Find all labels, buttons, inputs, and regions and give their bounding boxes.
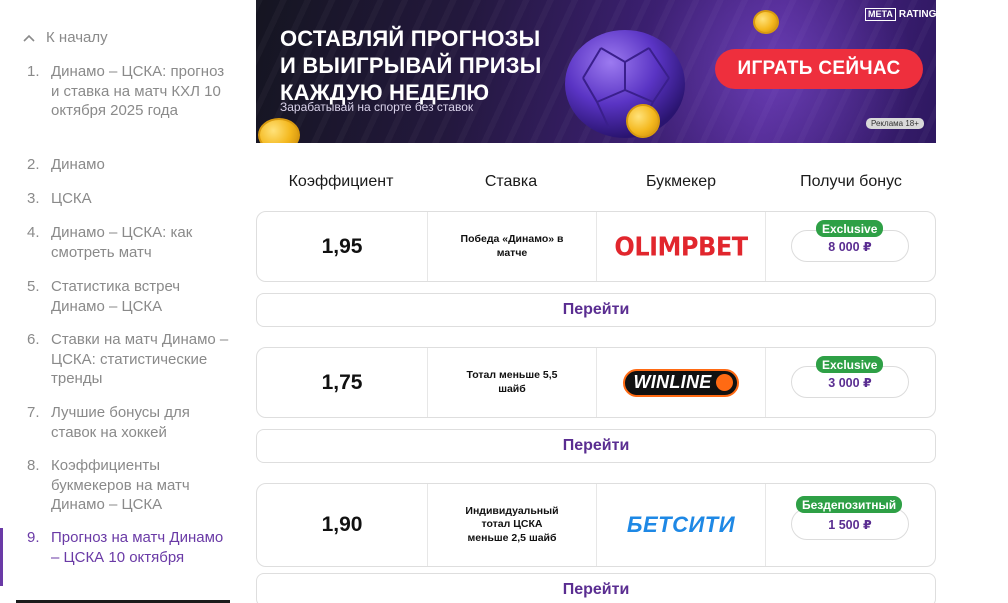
bookmaker-cell[interactable]: БЕТСИТИ bbox=[597, 484, 765, 566]
toc-item-number: 5. bbox=[27, 278, 40, 295]
toc-item-4[interactable]: 4. Динамо – ЦСКА: как смотреть матч bbox=[0, 223, 240, 277]
bet-line: тотал ЦСКА bbox=[481, 518, 543, 531]
toc-item-label: ЦСКА bbox=[51, 190, 92, 207]
go-to-bookmaker-button[interactable]: Перейти bbox=[256, 429, 936, 463]
odds-value: 1,75 bbox=[321, 370, 363, 394]
chevron-up-icon bbox=[23, 34, 35, 42]
toc-item-number: 4. bbox=[27, 224, 40, 241]
toc-item-label: Статистика встреч Динамо – ЦСКА bbox=[51, 278, 181, 315]
toc-item-2[interactable]: 2. Динамо bbox=[0, 155, 240, 189]
coin-icon bbox=[626, 104, 660, 138]
soccer-ball-icon bbox=[565, 30, 685, 138]
column-header-odds: Коэффициент bbox=[288, 173, 394, 190]
winline-logo-text: WINLINE bbox=[633, 372, 712, 392]
odds-value: 1,95 bbox=[321, 234, 363, 258]
bet-line: меньше 2,5 шайб bbox=[467, 531, 557, 544]
betcity-logo[interactable]: БЕТСИТИ bbox=[627, 512, 735, 538]
logo-box-text: META bbox=[865, 8, 896, 21]
toc-item-number: 1. bbox=[27, 63, 40, 80]
table-of-contents: К началу 1. Динамо – ЦСКА: прогноз и ста… bbox=[0, 0, 240, 603]
toc-item-number: 3. bbox=[27, 190, 40, 207]
column-header-bonus: Получи бонус bbox=[800, 173, 902, 190]
winline-dot-icon bbox=[715, 374, 733, 391]
toc-item-number: 8. bbox=[27, 457, 40, 474]
toc-list: 1. Динамо – ЦСКА: прогноз и ставка на ма… bbox=[0, 62, 240, 586]
toc-item-3[interactable]: 3. ЦСКА bbox=[0, 189, 240, 223]
toc-item-number: 6. bbox=[27, 331, 40, 348]
bookmaker-cell[interactable]: OLIMPBET bbox=[597, 212, 765, 281]
bet-cell: Тотал меньше 5,5 шайб bbox=[428, 348, 596, 417]
bookmaker-cell[interactable]: WINLINE bbox=[597, 348, 765, 417]
promo-banner[interactable]: ОСТАВЛЯЙ ПРОГНОЗЫ И ВЫИГРЫВАЙ ПРИЗЫ КАЖД… bbox=[256, 0, 936, 143]
toc-item-1[interactable]: 1. Динамо – ЦСКА: прогноз и ставка на ма… bbox=[0, 62, 240, 155]
cell-divider bbox=[765, 348, 766, 417]
olimpbet-logo[interactable]: OLIMPBET bbox=[614, 231, 748, 261]
logo-text: RATINGS bbox=[898, 9, 936, 20]
toc-item-label: Динамо – ЦСКА: как смотреть матч bbox=[51, 224, 193, 261]
toc-item-6[interactable]: 6. Ставки на матч Динамо – ЦСКА: статист… bbox=[0, 330, 240, 403]
bet-line: шайб bbox=[498, 382, 526, 395]
toc-item-5[interactable]: 5. Статистика встреч Динамо – ЦСКА bbox=[0, 277, 240, 330]
odds-cell: 1,90 bbox=[257, 484, 427, 566]
bet-description: Индивидуальный тотал ЦСКА меньше 2,5 шай… bbox=[465, 505, 558, 546]
toc-item-label: Динамо – ЦСКА: прогноз и ставка на матч … bbox=[51, 63, 225, 119]
toc-item-number: 2. bbox=[27, 156, 40, 173]
bet-line: Тотал меньше 5,5 bbox=[466, 369, 558, 381]
go-to-bookmaker-button[interactable]: Перейти bbox=[256, 573, 936, 603]
column-header-bookmaker: Букмекер bbox=[645, 173, 717, 190]
odds-value: 1,90 bbox=[321, 513, 363, 536]
toc-item-8[interactable]: 8. Коэффициенты букмекеров на матч Динам… bbox=[0, 456, 240, 528]
bet-cell: Победа «Динамо» в матче bbox=[428, 212, 596, 281]
ad-label: Реклама 18+ bbox=[866, 118, 924, 129]
banner-title: ОСТАВЛЯЙ ПРОГНОЗЫ И ВЫИГРЫВАЙ ПРИЗЫ КАЖД… bbox=[280, 25, 560, 106]
metaratings-logo: META RATINGS bbox=[865, 8, 936, 21]
bet-cell: Индивидуальный тотал ЦСКА меньше 2,5 шай… bbox=[428, 484, 596, 566]
toc-item-number: 7. bbox=[27, 404, 40, 421]
toc-item-label: Прогноз на матч Динамо – ЦСКА 10 октября bbox=[51, 529, 224, 566]
play-now-button[interactable]: ИГРАТЬ СЕЙЧАС bbox=[715, 49, 923, 89]
toc-item-label: Лучшие бонусы для ставок на хоккей bbox=[51, 404, 190, 441]
cell-divider bbox=[765, 212, 766, 281]
odds-cell: 1,95 bbox=[257, 212, 427, 281]
bet-line: матче bbox=[496, 246, 528, 259]
go-to-bookmaker-button[interactable]: Перейти bbox=[256, 293, 936, 327]
bonus-badge: Exclusive bbox=[816, 220, 884, 237]
toc-item-number: 9. bbox=[27, 529, 40, 546]
back-to-top-label: К началу bbox=[46, 29, 108, 46]
winline-logo[interactable]: WINLINE bbox=[623, 368, 739, 397]
banner-title-line: ОСТАВЛЯЙ ПРОГНОЗЫ bbox=[280, 26, 541, 51]
odds-cell: 1,75 bbox=[257, 348, 427, 417]
bet-line: Индивидуальный bbox=[465, 504, 559, 517]
banner-subtitle: Зарабатывай на спорте без ставок bbox=[280, 100, 474, 114]
toc-item-9[interactable]: 9. Прогноз на матч Динамо – ЦСКА 10 октя… bbox=[0, 528, 240, 586]
banner-title-line: И ВЫИГРЫВАЙ ПРИЗЫ bbox=[280, 53, 542, 78]
bet-row: 1,75 Тотал меньше 5,5 шайб WINLINE 3 000… bbox=[256, 347, 936, 418]
toc-item-7[interactable]: 7. Лучшие бонусы для ставок на хоккей bbox=[0, 403, 240, 456]
bonus-badge: Бездепозитный bbox=[796, 496, 903, 513]
bet-row: 1,95 Победа «Динамо» в матче OLIMPBET 8 … bbox=[256, 211, 936, 282]
bonus-badge: Exclusive bbox=[816, 356, 884, 373]
toc-item-label: Динамо bbox=[51, 156, 105, 173]
cell-divider bbox=[765, 484, 766, 566]
column-header-bet: Ставка bbox=[484, 173, 538, 190]
back-to-top-link[interactable]: К началу bbox=[22, 29, 108, 46]
bet-description: Победа «Динамо» в матче bbox=[461, 233, 564, 260]
bet-description: Тотал меньше 5,5 шайб bbox=[467, 369, 558, 396]
bet-row: 1,90 Индивидуальный тотал ЦСКА меньше 2,… bbox=[256, 483, 936, 567]
coin-icon bbox=[753, 10, 779, 34]
toc-item-label: Коэффициенты букмекеров на матч Динамо –… bbox=[51, 457, 190, 513]
toc-item-label: Ставки на матч Динамо – ЦСКА: статистиче… bbox=[51, 331, 229, 387]
bet-line: Победа «Динамо» в bbox=[460, 233, 564, 245]
